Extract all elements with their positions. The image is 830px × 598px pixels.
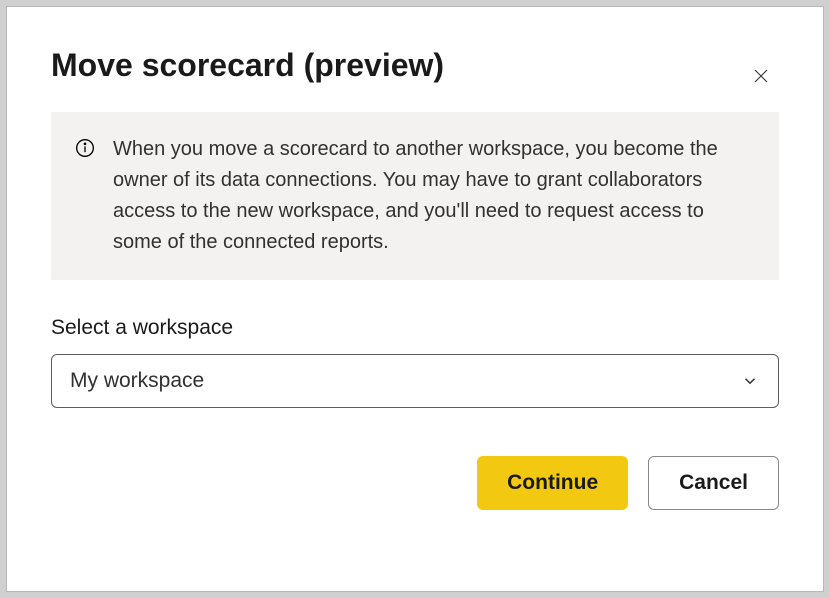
continue-button[interactable]: Continue — [477, 456, 628, 510]
dialog-buttons: Continue Cancel — [51, 456, 779, 510]
info-banner: When you move a scorecard to another wor… — [51, 112, 779, 280]
workspace-label: Select a workspace — [51, 316, 779, 340]
close-button[interactable] — [749, 65, 773, 89]
move-scorecard-dialog: Move scorecard (preview) When you move a… — [6, 6, 824, 592]
info-message: When you move a scorecard to another wor… — [113, 134, 751, 258]
dialog-title: Move scorecard (preview) — [51, 47, 779, 84]
cancel-button[interactable]: Cancel — [648, 456, 779, 510]
workspace-dropdown-wrapper: My workspace — [51, 354, 779, 408]
info-icon — [75, 138, 95, 158]
close-icon — [752, 67, 770, 88]
workspace-dropdown[interactable]: My workspace — [51, 354, 779, 408]
